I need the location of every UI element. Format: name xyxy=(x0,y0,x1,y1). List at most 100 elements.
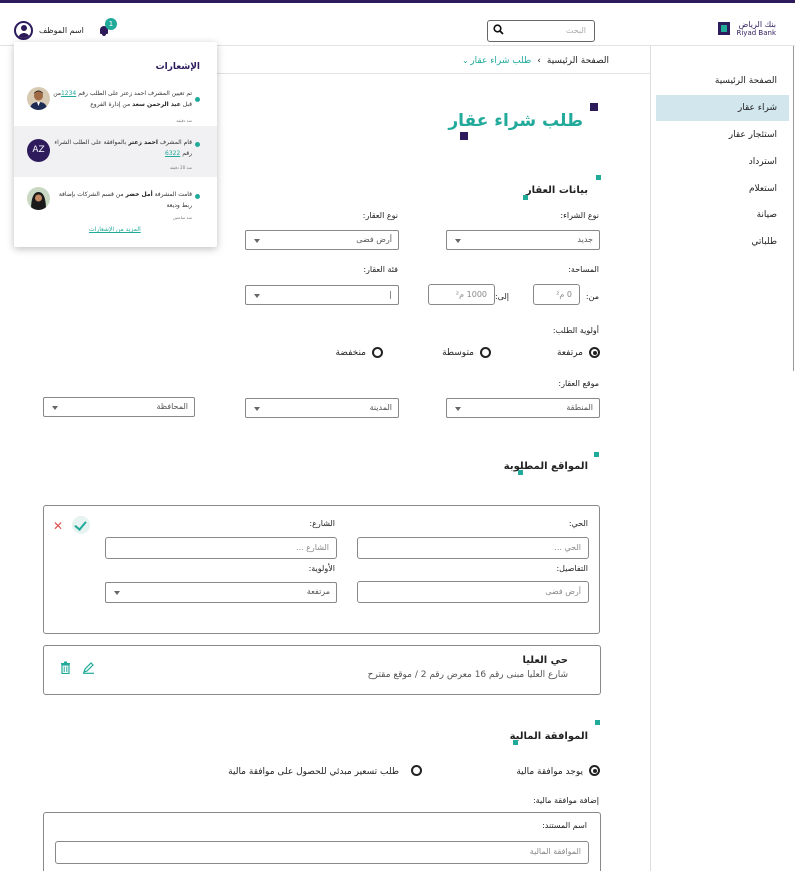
logo-text-en: Riyad Bank xyxy=(736,29,777,37)
breadcrumb-current[interactable]: طلب شراء عقار xyxy=(470,56,531,66)
logo-text-ar: بنك الرياض xyxy=(738,20,776,29)
edit-icon[interactable] xyxy=(82,661,95,677)
city-value: المدينة xyxy=(369,403,392,412)
sidebar-item-maintenance[interactable]: صيانة xyxy=(656,202,789,228)
more-notifications-link[interactable]: المزيد من الإشعارات xyxy=(89,226,141,233)
unread-dot xyxy=(195,97,200,102)
dropdown-arrow-icon xyxy=(52,406,58,410)
priority-high-label[interactable]: مرتفعة xyxy=(557,348,583,358)
dropdown-arrow-icon xyxy=(254,239,260,243)
close-icon[interactable]: ✕ xyxy=(53,520,63,532)
notifications-panel: الإشعارات تم تعيين المشرف احمد زعتر على … xyxy=(14,42,217,247)
priority-medium-radio[interactable] xyxy=(480,347,491,358)
doc-name-label: اسم المستند: xyxy=(542,821,587,830)
district-input[interactable]: الحي ... xyxy=(357,537,589,559)
chevron-down-icon[interactable]: ⌄ xyxy=(462,56,469,65)
notification-text: قام المشرف احمد زعتر بالموافقة على الطلب… xyxy=(54,139,192,157)
priority-high-radio[interactable] xyxy=(589,347,600,358)
priority-label: أولوية الطلب: xyxy=(552,326,599,335)
area-from-value: 0 م² xyxy=(556,290,572,299)
sidebar-item-home[interactable]: الصفحة الرئيسية xyxy=(656,68,789,94)
property-location-label: موقع العقار: xyxy=(558,379,599,388)
details-value: أرض فضى xyxy=(545,587,581,596)
purchase-type-label: نوع الشراء: xyxy=(560,211,599,220)
dropdown-arrow-icon xyxy=(254,294,260,298)
section-title-finance: الموافقة المالية xyxy=(509,731,588,742)
location-priority-select[interactable]: مرتفعة xyxy=(105,582,337,603)
dropdown-arrow-icon xyxy=(455,407,461,411)
property-category-label: فئة العقار: xyxy=(363,265,398,274)
property-category-select[interactable]: | xyxy=(245,285,399,305)
region-select[interactable]: المنطقة xyxy=(446,398,600,418)
approval-form: اسم المستند: الموافقة المالية xyxy=(43,812,601,871)
street-placeholder: الشارع ... xyxy=(295,543,329,552)
city-select[interactable]: المدينة xyxy=(245,398,399,418)
request-number-link[interactable]: 1234 xyxy=(61,90,76,97)
notification-time: منذ دقيقة xyxy=(176,118,192,123)
notification-text: تم تعيين المشرف احمد زعتر على الطلب رقم … xyxy=(53,90,192,108)
area-from-input[interactable]: 0 م² xyxy=(533,284,580,305)
property-type-label: نوع العقار: xyxy=(362,211,398,220)
property-type-select[interactable]: أرض فضى xyxy=(245,230,399,250)
section-decoration xyxy=(513,740,518,745)
breadcrumb-divider xyxy=(217,73,650,74)
details-input[interactable]: أرض فضى xyxy=(357,581,589,603)
user-menu[interactable]: اسم الموظف xyxy=(14,21,84,41)
finance-yes-radio[interactable] xyxy=(589,765,600,776)
notification-item[interactable]: تم تعيين المشرف احمد زعتر على الطلب رقم … xyxy=(14,78,217,126)
area-label: المساحة: xyxy=(568,265,599,274)
notification-text: قامت المشرفة أمل خضر من قسم الشركات بإضا… xyxy=(58,191,192,209)
area-to-value: 1000 م² xyxy=(455,290,487,299)
sidebar-item-refund[interactable]: استرداد xyxy=(656,149,789,175)
purchase-type-value: جديد xyxy=(577,235,593,244)
sidebar-item-inquiry[interactable]: استعلام xyxy=(656,176,789,202)
purchase-type-select[interactable]: جديد xyxy=(446,230,600,250)
search-placeholder: البحث xyxy=(565,26,586,35)
notification-time: منذ 20 دقيقة xyxy=(169,165,192,170)
district-label: الحي: xyxy=(568,519,588,528)
dropdown-arrow-icon xyxy=(114,591,120,595)
sidebar: الصفحة الرئيسية شراء عقار استئجار عقار ا… xyxy=(650,46,795,871)
notification-item[interactable]: قامت المشرفة أمل خضر من قسم الشركات بإضا… xyxy=(14,177,217,222)
finance-request-label[interactable]: طلب تسعير مبدئي للحصول على موافقة مالية xyxy=(228,767,399,777)
unread-dot xyxy=(195,142,200,147)
check-icon[interactable] xyxy=(72,516,90,534)
request-number-link[interactable]: 6322 xyxy=(165,150,180,157)
notifications-title: الإشعارات xyxy=(155,62,200,72)
dropdown-arrow-icon xyxy=(455,239,461,243)
avatar xyxy=(27,187,50,210)
bank-logo[interactable]: بنك الرياض Riyad Bank xyxy=(718,20,778,40)
trash-icon[interactable] xyxy=(60,661,71,677)
property-category-value: | xyxy=(389,290,392,299)
area-to-input[interactable]: 1000 م² xyxy=(428,284,495,305)
priority-low-radio[interactable] xyxy=(372,347,383,358)
section-decoration xyxy=(595,720,600,725)
priority-low-label[interactable]: منخفضة xyxy=(335,348,366,358)
search-icon xyxy=(493,24,504,38)
area-to-label: إلى: xyxy=(494,292,509,301)
app-header: بنك الرياض Riyad Bank البحث اسم الموظف 1 xyxy=(0,3,795,46)
street-input[interactable]: الشارع ... xyxy=(105,537,337,559)
doc-name-input[interactable]: الموافقة المالية xyxy=(55,841,589,864)
add-approval-label: إضافة موافقة مالية: xyxy=(532,796,599,805)
section-decoration xyxy=(523,195,528,200)
title-decoration xyxy=(460,132,468,140)
dropdown-arrow-icon xyxy=(254,407,260,411)
doc-name-value: الموافقة المالية xyxy=(529,847,581,856)
breadcrumb-home[interactable]: الصفحة الرئيسية xyxy=(547,56,609,66)
priority-medium-label[interactable]: متوسطة xyxy=(442,348,474,358)
saved-location-card: حي العليا شارع العليا مبنى رقم 16 معرض ر… xyxy=(43,645,601,695)
notification-time: منذ ساعتين xyxy=(172,215,192,220)
saved-location-title: حي العليا xyxy=(522,655,568,666)
saved-location-desc: شارع العليا مبنى رقم 16 معرض رقم 2 / موق… xyxy=(367,670,568,680)
sidebar-item-buy-property[interactable]: شراء عقار xyxy=(656,95,789,121)
search-input[interactable]: البحث xyxy=(487,20,595,42)
notification-item[interactable]: AZ قام المشرف احمد زعتر بالموافقة على ال… xyxy=(14,126,217,177)
finance-yes-label[interactable]: يوجد موافقة مالية xyxy=(516,767,583,777)
sidebar-item-my-requests[interactable]: طلباتي xyxy=(656,229,789,255)
finance-request-radio[interactable] xyxy=(411,765,422,776)
scrollbar[interactable] xyxy=(793,46,794,371)
sidebar-item-rent-property[interactable]: استئجار عقار xyxy=(656,122,789,148)
title-decoration xyxy=(590,103,598,111)
province-select[interactable]: المحافظة xyxy=(43,397,195,417)
